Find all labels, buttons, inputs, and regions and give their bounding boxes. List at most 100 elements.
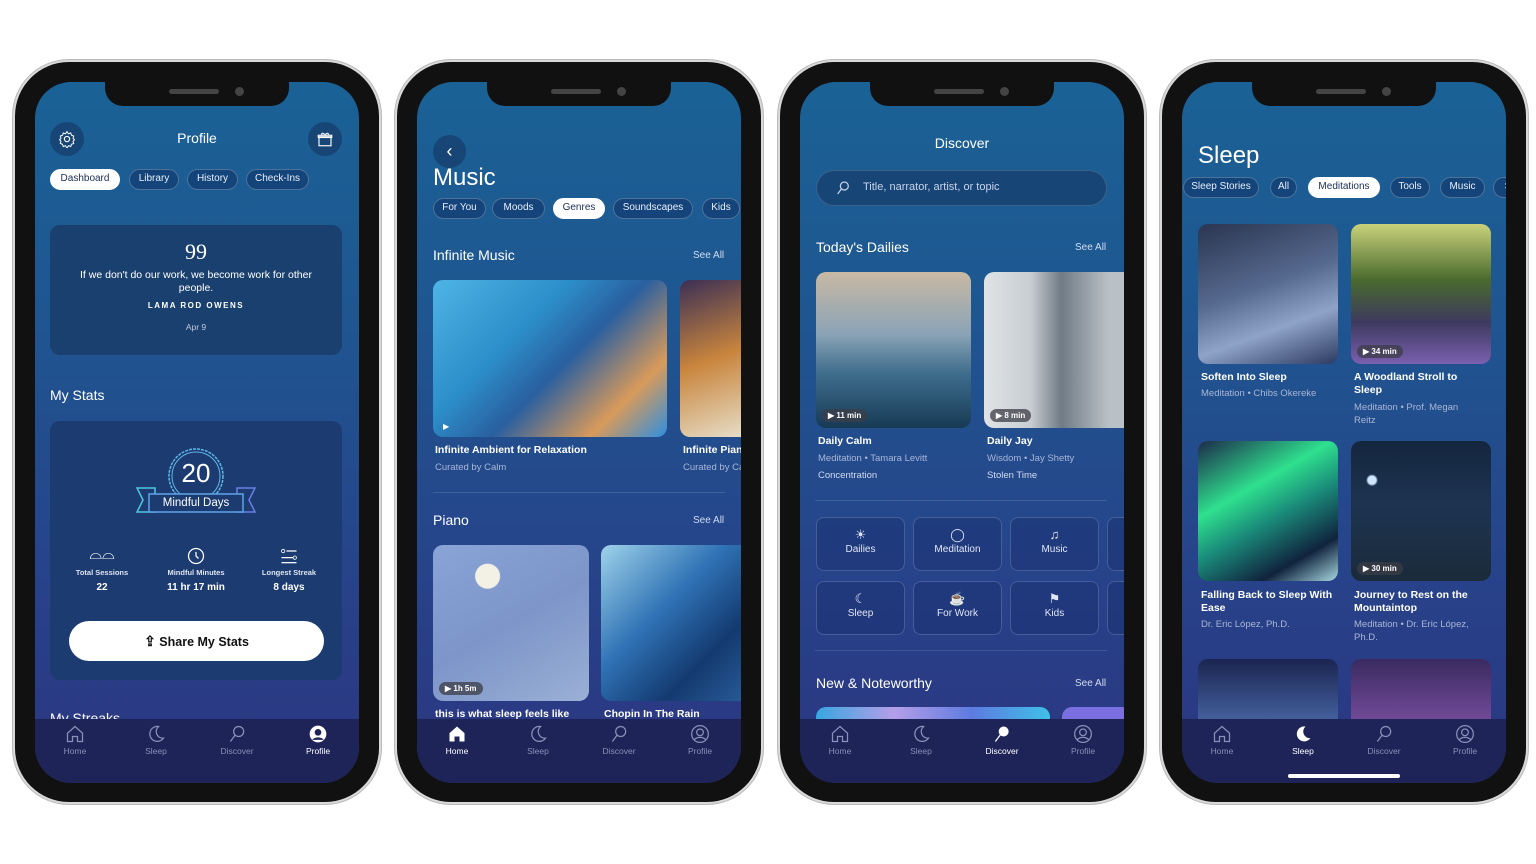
quote-card: 99 If we don't do our work, we become wo… [50,225,342,355]
card-image[interactable] [1198,441,1338,581]
card-topic: Concentration [818,470,878,481]
tab-music[interactable]: Music [1440,177,1485,198]
tab-profile[interactable]: Profile [288,724,348,756]
card-image[interactable]: ▶ 34 min [1351,224,1491,364]
see-all-link[interactable]: See All [1075,678,1106,689]
search-icon [837,181,849,195]
play-icon: ▶ [443,422,450,431]
profile-icon [308,724,328,744]
home-icon [447,724,467,744]
tab-more[interactable]: S [1493,177,1506,198]
section-heading: New & Noteworthy [816,675,932,691]
gift-icon [317,132,333,147]
tab-for-you[interactable]: For You [433,198,486,219]
see-all-link[interactable]: See All [1075,242,1106,253]
phone-sleep: Sleep Sleep Stories All Meditations Tool… [1162,62,1526,802]
tab-profile[interactable]: Profile [1053,724,1113,756]
tab-sleep[interactable]: Sleep [126,724,186,756]
daily-calm-image[interactable]: ▶ 11 min [816,272,971,428]
card-meta: Dr. Eric López, Ph.D. [1201,619,1290,630]
card-image[interactable]: ▶ 30 min [1351,441,1491,581]
moon-icon [911,724,931,744]
profile-icon [690,724,710,744]
tab-sleep-stories[interactable]: Sleep Stories [1183,177,1259,198]
category-partial[interactable] [1107,517,1124,571]
tab-moods[interactable]: Moods [492,198,545,219]
card-image[interactable] [680,280,741,437]
music-screen: ‹ Music For You Moods Genres Soundscapes… [417,82,741,783]
tab-discover[interactable]: Discover [1354,724,1414,756]
tab-history[interactable]: History [187,169,238,190]
category-kids[interactable]: ⚑ Kids [1010,581,1099,635]
tab-tools[interactable]: Tools [1390,177,1430,198]
share-my-stats-button[interactable]: ⇪ Share My Stats [69,621,324,661]
tab-sleep[interactable]: Sleep [1273,724,1333,756]
tab-bar: Home Sleep Discover Profile [1182,719,1506,783]
section-heading: Piano [433,512,469,528]
tab-sleep[interactable]: Sleep [891,724,951,756]
share-label: Share My Stats [159,635,249,649]
duration-badge: ▶ 30 min [1357,562,1403,575]
see-all-link[interactable]: See All [693,250,724,261]
page-title: Music [433,164,496,191]
duration-badge: ▶ 34 min [1357,345,1403,358]
home-icon [830,724,850,744]
tab-home[interactable]: Home [810,724,870,756]
quote-mark-icon: 99 [185,239,207,264]
tab-kids[interactable]: Kids [702,198,740,219]
tab-bar: Home Sleep Discover Profile [35,719,359,783]
tab-home[interactable]: Home [1192,724,1252,756]
category-music[interactable]: ♫ Music [1010,517,1099,571]
daily-jay-image[interactable]: ▶ 8 min [984,272,1124,428]
see-all-link[interactable]: See All [693,515,724,526]
card-image[interactable] [1198,224,1338,364]
home-icon [65,724,85,744]
page-title: Discover [934,135,990,151]
share-icon: ⇪ [144,633,156,649]
tab-dashboard[interactable]: Dashboard [50,169,120,190]
tab-discover[interactable]: Discover [972,724,1032,756]
tab-all[interactable]: All [1270,177,1297,198]
notch [1252,82,1436,106]
category-dailies[interactable]: ☀ Dailies [816,517,905,571]
profile-icon [1073,724,1093,744]
moon-icon [528,724,548,744]
card-meta: Meditation • Prof. Megan Reitz [1354,402,1459,426]
circle-icon: ◯ [950,527,965,542]
divider [815,500,1107,501]
tab-check-ins[interactable]: Check-Ins [246,169,309,190]
search-input[interactable]: Title, narrator, artist, or topic [816,170,1107,206]
profile-icon [1455,724,1475,744]
tab-profile[interactable]: Profile [670,724,730,756]
tab-discover[interactable]: Discover [589,724,649,756]
tab-library[interactable]: Library [129,169,179,190]
quote-author: LAMA ROD OWENS [147,301,245,310]
stat-longest-streak: Longest Streak 8 days [244,546,334,593]
discover-screen: Discover Title, narrator, artist, or top… [800,82,1124,783]
search-placeholder: Title, narrator, artist, or topic [863,181,1000,193]
tab-meditations[interactable]: Meditations [1308,177,1380,198]
card-image[interactable] [601,545,741,701]
category-meditation[interactable]: ◯ Meditation [913,517,1002,571]
tab-sleep[interactable]: Sleep [508,724,568,756]
card-image[interactable]: ▶ 1h 5m [433,545,589,701]
tab-discover[interactable]: Discover [207,724,267,756]
tab-home[interactable]: Home [45,724,105,756]
my-stats-heading: My Stats [50,387,105,403]
category-sleep[interactable]: ☾ Sleep [816,581,905,635]
tab-profile[interactable]: Profile [1435,724,1495,756]
category-for-work[interactable]: ☕ For Work [913,581,1002,635]
card-topic: Stolen Time [987,470,1038,481]
tab-soundscapes[interactable]: Soundscapes [613,198,693,219]
tab-home[interactable]: Home [427,724,487,756]
card-image[interactable]: ▶ [433,280,667,437]
phone-profile: Profile Dashboard Library History Check-… [15,62,379,802]
gift-button[interactable] [308,122,342,156]
tab-bar: Home Sleep Discover Profile [800,719,1124,783]
mindful-days-badge: 20 Mindful Days [135,446,257,516]
badge-value: 20 [181,458,211,488]
sleep-screen: Sleep Sleep Stories All Meditations Tool… [1182,82,1506,783]
tab-genres[interactable]: Genres [553,198,605,219]
section-heading: Infinite Music [433,247,515,263]
category-partial[interactable] [1107,581,1124,635]
